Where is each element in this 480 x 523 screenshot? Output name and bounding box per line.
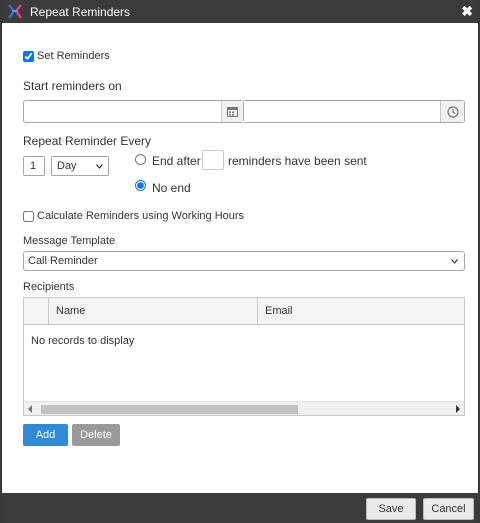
set-reminders-row[interactable]: Set Reminders xyxy=(23,50,110,62)
title-bar: Repeat Reminders ✖ xyxy=(2,0,478,23)
set-reminders-checkbox[interactable] xyxy=(23,50,34,62)
clock-icon xyxy=(446,105,459,118)
close-icon[interactable]: ✖ xyxy=(461,2,473,20)
no-end-label: No end xyxy=(152,181,191,195)
interval-unit-select[interactable]: Day xyxy=(51,156,109,176)
scroll-left-icon[interactable] xyxy=(28,405,33,413)
message-template-select[interactable]: Call Reminder xyxy=(23,251,465,271)
repeat-reminders-dialog: Repeat Reminders ✖ Set Reminders Start r… xyxy=(0,0,480,523)
no-end-radio[interactable] xyxy=(135,180,146,191)
start-reminders-label: Start reminders on xyxy=(23,79,122,93)
calendar-button[interactable] xyxy=(221,101,243,122)
empty-grid-message: No records to display xyxy=(31,335,135,347)
horizontal-scrollbar[interactable] xyxy=(24,401,464,415)
clock-button[interactable] xyxy=(440,101,464,122)
cancel-button[interactable]: Cancel xyxy=(423,498,474,520)
end-after-suffix: reminders have been sent xyxy=(228,154,367,168)
chevron-down-icon xyxy=(96,164,103,169)
message-template-label: Message Template xyxy=(23,235,116,247)
end-after-radio[interactable] xyxy=(135,154,146,165)
set-reminders-label: Set Reminders xyxy=(37,50,110,62)
interval-unit-value: Day xyxy=(57,160,77,172)
column-header-name[interactable]: Name xyxy=(49,298,258,324)
add-button[interactable]: Add xyxy=(23,424,68,446)
calendar-icon xyxy=(227,107,238,117)
end-after-count-input[interactable] xyxy=(202,150,224,170)
working-hours-label: Calculate Reminders using Working Hours xyxy=(37,210,245,222)
start-date-field[interactable] xyxy=(23,100,244,123)
message-template-value: Call Reminder xyxy=(28,255,98,267)
grid-header: Name Email xyxy=(24,298,464,325)
app-logo-icon xyxy=(8,4,22,19)
dialog-title: Repeat Reminders xyxy=(30,5,131,19)
working-hours-checkbox[interactable] xyxy=(23,210,34,222)
save-button[interactable]: Save xyxy=(366,498,416,520)
scroll-right-icon[interactable] xyxy=(455,405,460,413)
end-after-label: End after xyxy=(152,154,201,168)
interval-input[interactable]: 1 xyxy=(23,156,45,176)
grid-select-column[interactable] xyxy=(24,298,49,324)
dialog-footer: Save Cancel xyxy=(2,493,478,523)
recipients-label: Recipients xyxy=(23,281,75,293)
working-hours-row[interactable]: Calculate Reminders using Working Hours xyxy=(23,210,244,222)
start-time-field[interactable] xyxy=(244,100,465,123)
delete-button[interactable]: Delete xyxy=(72,424,120,446)
column-header-email[interactable]: Email xyxy=(258,298,466,324)
recipients-grid: Name Email No records to display xyxy=(23,297,465,416)
chevron-down-icon xyxy=(451,259,458,264)
repeat-label: Repeat Reminder Every xyxy=(23,134,152,148)
scrollbar-thumb[interactable] xyxy=(41,405,298,414)
